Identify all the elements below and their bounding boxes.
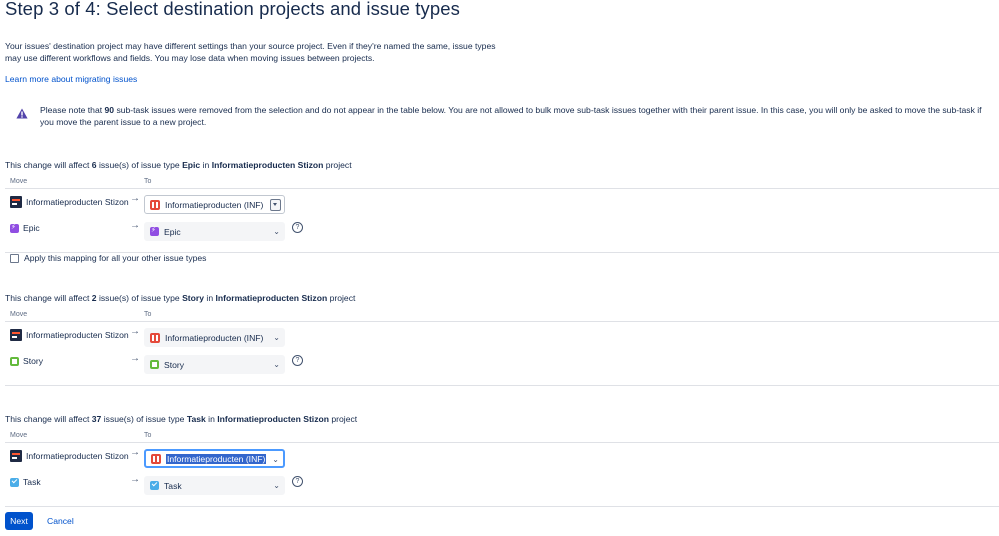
arrow-icon: →: [130, 447, 140, 458]
section-story: This change will affect 2 issue(s) of is…: [5, 293, 999, 386]
epic-icon: [150, 226, 159, 236]
page-title: Step 3 of 4: Select destination projects…: [5, 0, 461, 19]
column-move: Move: [10, 178, 28, 185]
destination-project-select[interactable]: Informatieproducten (INF): [144, 195, 285, 214]
issue-type-row: Story → Story ⌄ ?: [5, 353, 999, 381]
source-project: Informatieproducten Stizon: [10, 450, 129, 462]
inf-project-icon: [150, 332, 160, 343]
project-avatar-icon: [10, 196, 22, 208]
source-project: Informatieproducten Stizon: [10, 196, 129, 208]
chevron-down-icon: ⌄: [273, 360, 280, 369]
subtask-note: Please note that 90 sub-task issues were…: [5, 104, 990, 128]
intro-text: Your issues' destination project may hav…: [5, 41, 496, 63]
section-epic: This change will affect 6 issue(s) of is…: [5, 160, 999, 263]
project-row: Informatieproducten Stizon → Informatiep…: [5, 192, 999, 220]
column-move: Move: [10, 432, 28, 439]
column-to: To: [144, 432, 152, 439]
section-title: This change will affect 2 issue(s) of is…: [5, 293, 356, 303]
source-issue-type: Story: [10, 356, 43, 366]
epic-icon: [10, 223, 19, 233]
column-to: To: [144, 178, 152, 185]
arrow-icon: →: [130, 353, 140, 364]
inf-project-icon: [150, 199, 160, 210]
help-icon[interactable]: ?: [292, 476, 303, 487]
cancel-button[interactable]: Cancel: [47, 516, 74, 526]
project-avatar-icon: [10, 329, 22, 341]
source-project: Informatieproducten Stizon: [10, 329, 129, 341]
chevron-down-icon: ⌄: [273, 227, 280, 236]
column-headers: Move To: [5, 432, 999, 444]
learn-more-link[interactable]: Learn more about migrating issues: [5, 74, 137, 84]
arrow-icon: →: [130, 474, 140, 485]
project-row: Informatieproducten Stizon → Informatiep…: [5, 325, 999, 353]
destination-issue-type-select[interactable]: Task ⌄: [144, 476, 285, 495]
dropdown-icon: [270, 199, 281, 211]
section-title: This change will affect 37 issue(s) of i…: [5, 414, 358, 424]
source-issue-type: Task: [10, 477, 41, 487]
project-row: Informatieproducten Stizon → Informatiep…: [5, 446, 999, 474]
arrow-icon: →: [130, 220, 140, 231]
divider: [5, 506, 999, 507]
section-title: This change will affect 6 issue(s) of is…: [5, 160, 352, 170]
inf-project-icon: [151, 453, 161, 464]
destination-issue-type-select[interactable]: Epic ⌄: [144, 222, 285, 241]
column-headers: Move To: [5, 178, 999, 190]
source-issue-type: Epic: [10, 223, 40, 233]
warning-icon: [16, 108, 28, 119]
divider: [5, 385, 999, 386]
task-icon: [150, 481, 159, 490]
story-icon: [150, 360, 159, 369]
arrow-icon: →: [130, 193, 140, 204]
help-icon[interactable]: ?: [292, 355, 303, 366]
section-task: This change will affect 37 issue(s) of i…: [5, 414, 999, 507]
next-button[interactable]: Next: [5, 512, 33, 530]
chevron-down-icon: ⌄: [272, 455, 279, 464]
destination-project-select[interactable]: Informatieproducten (INF) ⌄: [144, 449, 285, 468]
apply-mapping-checkbox[interactable]: [10, 253, 19, 263]
issue-type-row: Epic → Epic ⌄ ?: [5, 220, 999, 248]
apply-mapping[interactable]: Apply this mapping for all your other is…: [10, 253, 206, 263]
chevron-down-icon: ⌄: [273, 333, 280, 342]
column-to: To: [144, 311, 152, 318]
issue-type-row: Task → Task ⌄ ?: [5, 474, 999, 502]
help-icon[interactable]: ?: [292, 222, 303, 233]
arrow-icon: →: [130, 326, 140, 337]
destination-issue-type-select[interactable]: Story ⌄: [144, 355, 285, 374]
chevron-down-icon: ⌄: [273, 481, 280, 490]
column-headers: Move To: [5, 311, 999, 323]
project-avatar-icon: [10, 450, 22, 462]
task-icon: [10, 477, 19, 487]
story-icon: [10, 356, 19, 366]
destination-project-select[interactable]: Informatieproducten (INF) ⌄: [144, 328, 285, 347]
column-move: Move: [10, 311, 28, 318]
